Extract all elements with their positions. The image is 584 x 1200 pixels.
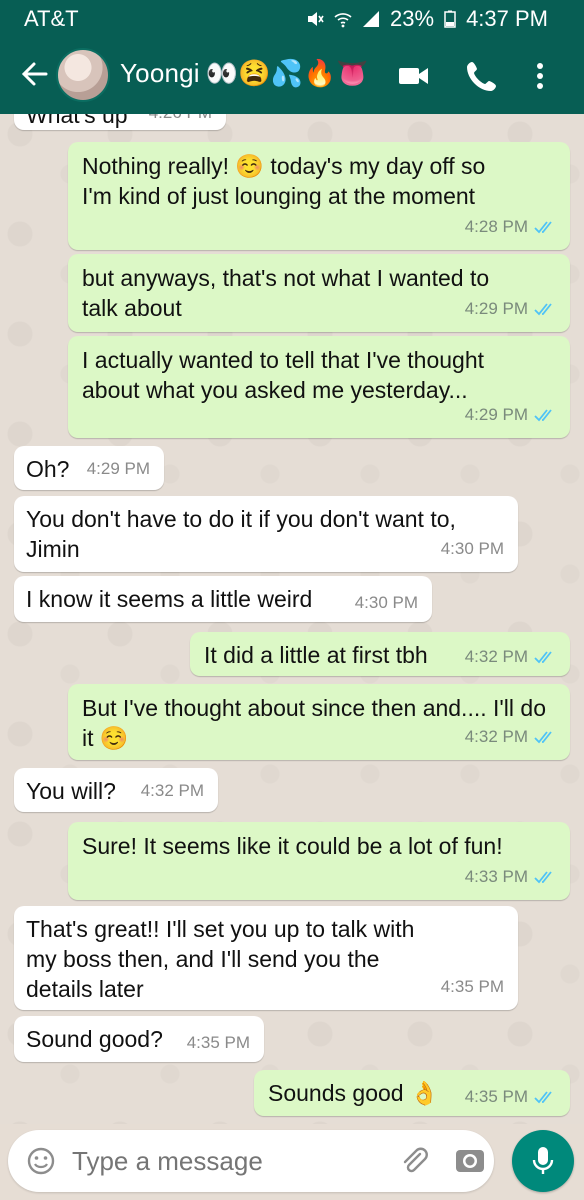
message-meta: 4:35 PM — [465, 1082, 556, 1112]
contact-name: Yoongi — [120, 58, 200, 88]
message-bubble-outgoing: I actually wanted to tell that I've thou… — [68, 336, 570, 438]
carrier-name: AT&T — [24, 6, 79, 31]
message-time: 4:26 PM — [149, 114, 212, 128]
read-ticks-icon — [534, 1091, 552, 1104]
message-text: Sure! It seems like it could be a lot of… — [82, 833, 503, 859]
camera-icon[interactable] — [454, 1144, 486, 1176]
message-time: 4:29 PM — [464, 405, 528, 424]
message-input[interactable] — [72, 1146, 382, 1177]
message-bubble-outgoing: Sure! It seems like it could be a lot of… — [68, 822, 570, 900]
message-time: 4:30 PM — [440, 539, 504, 558]
wifi-icon — [334, 13, 352, 28]
message-time: 4:30 PM — [354, 593, 418, 612]
message-bubble-outgoing: It did a little at first tbh 4:32 PM — [190, 632, 570, 676]
message-bubble-outgoing: Sounds good 👌 4:35 PM — [254, 1070, 570, 1116]
avatar[interactable] — [56, 48, 110, 102]
battery-icon — [444, 10, 456, 28]
read-ticks-icon — [534, 221, 552, 234]
message-meta: 4:33 PM — [465, 862, 556, 892]
message-meta: 4:32 PM — [465, 642, 556, 672]
message-bubble-incoming: I know it seems a little weird 4:30 PM — [14, 576, 432, 622]
status-right: 23% 4:37 PM — [306, 6, 548, 32]
mute-icon — [308, 12, 324, 26]
back-arrow-icon[interactable] — [18, 56, 50, 92]
read-ticks-icon — [534, 871, 552, 884]
mic-button[interactable] — [512, 1130, 574, 1192]
message-text: Nothing really! ☺️ today's my day off so… — [82, 153, 486, 209]
battery-percent: 23% — [390, 6, 435, 31]
message-time: 4:29 PM — [86, 459, 150, 478]
message-list[interactable]: What's up 4:26 PM Nothing really! ☺️ tod… — [0, 114, 584, 1124]
message-bubble-incoming: What's up 4:26 PM — [14, 114, 226, 130]
message-time: 4:28 PM — [464, 217, 528, 236]
read-ticks-icon — [534, 731, 552, 744]
read-ticks-icon — [534, 303, 552, 316]
message-meta: 4:29 PM — [465, 294, 556, 324]
signal-icon — [363, 11, 380, 27]
chat-header: Yoongi 👀😫💦🔥👅 — [0, 36, 584, 114]
read-ticks-icon — [534, 409, 552, 422]
message-meta: 4:28 PM — [465, 212, 556, 242]
message-bubble-incoming: That's great!! I'll set you up to talk w… — [14, 906, 518, 1010]
message-bubble-incoming: You don't have to do it if you don't wan… — [14, 496, 518, 572]
message-time: 4:32 PM — [140, 781, 204, 800]
attach-icon[interactable] — [400, 1146, 430, 1176]
message-bubble-outgoing: Nothing really! ☺️ today's my day off so… — [68, 142, 570, 250]
message-bubble-outgoing: But I've thought about since then and...… — [68, 684, 570, 760]
message-time: 4:35 PM — [440, 977, 504, 996]
message-input-container — [8, 1130, 494, 1192]
message-time: 4:35 PM — [464, 1087, 528, 1106]
more-vert-icon[interactable] — [532, 58, 548, 94]
composer — [0, 1124, 584, 1200]
status-bar: AT&T 23% 4:37 PM — [0, 0, 584, 36]
message-time: 4:29 PM — [464, 299, 528, 318]
message-time: 4:32 PM — [464, 727, 528, 746]
contact-emojis: 👀😫💦🔥👅 — [205, 58, 369, 88]
message-meta: 4:29 PM — [465, 400, 556, 430]
message-text: I actually wanted to tell that I've thou… — [82, 347, 485, 403]
message-bubble-incoming: You will? 4:32 PM — [14, 768, 218, 812]
message-time: 4:33 PM — [464, 867, 528, 886]
message-bubble-incoming: Sound good? 4:35 PM — [14, 1016, 264, 1062]
clock: 4:37 PM — [466, 6, 548, 31]
contact-title[interactable]: Yoongi 👀😫💦🔥👅 — [120, 58, 369, 89]
message-bubble-incoming: Oh? 4:29 PM — [14, 446, 164, 490]
message-time: 4:32 PM — [464, 647, 528, 666]
read-ticks-icon — [534, 651, 552, 664]
message-bubble-outgoing: but anyways, that's not what I wanted to… — [68, 254, 570, 332]
video-call-icon[interactable] — [396, 58, 432, 94]
message-meta: 4:32 PM — [465, 722, 556, 752]
emoji-icon[interactable] — [26, 1146, 56, 1176]
mic-icon — [532, 1147, 554, 1174]
message-time: 4:35 PM — [186, 1033, 250, 1052]
phone-icon[interactable] — [464, 58, 500, 94]
